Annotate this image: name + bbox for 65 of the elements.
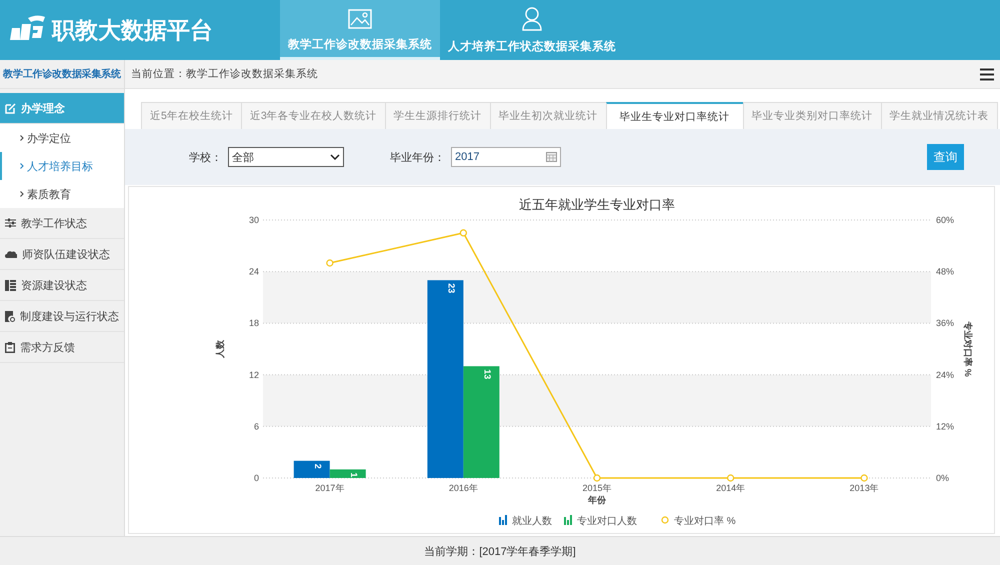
x-tick-label: 2017年 <box>315 483 344 493</box>
document-icon <box>5 310 15 322</box>
sidebar-item[interactable]: 人才培养目标 <box>0 152 124 180</box>
y-tick-label: 18 <box>248 318 259 328</box>
year-field[interactable]: 2017 <box>451 147 561 167</box>
legend-label[interactable]: 就业人数 <box>512 516 552 527</box>
y-tick-label: 48% <box>936 266 954 277</box>
legend-label[interactable]: 专业对口人数 <box>577 516 637 527</box>
x-tick-label: 2014年 <box>716 483 746 493</box>
y-tick-label: 30 <box>248 215 259 225</box>
menu-icon[interactable] <box>980 68 994 80</box>
line-point <box>326 259 334 267</box>
sidebar-group[interactable]: 教学工作状态 <box>0 208 124 239</box>
edit-icon <box>5 102 16 114</box>
y-tick-label: 12% <box>936 421 954 432</box>
sidebar-group[interactable]: 师资队伍建设状态 <box>0 239 124 270</box>
sidebar-title: 教学工作诊改数据采集系统 <box>0 60 124 89</box>
y-tick-label: 36% <box>936 318 954 328</box>
x-axis-title: 年份 <box>588 495 606 505</box>
y-axis-title: 专业对口率 % <box>963 321 973 377</box>
y-tick-label: 24 <box>248 266 259 277</box>
y-tick-label: 12 <box>248 370 259 380</box>
clipboard-icon <box>5 342 15 352</box>
calendar-icon <box>546 152 557 162</box>
y-tick-label: 60% <box>936 215 954 225</box>
y-tick-label: 24% <box>936 370 954 380</box>
y-axis-title: 人数 <box>215 340 225 358</box>
year-label: 毕业年份： <box>390 150 445 164</box>
sidebar-group[interactable]: 需求方反馈 <box>0 332 124 363</box>
line-point <box>727 474 734 482</box>
user-icon <box>522 7 542 31</box>
school-label: 学校： <box>189 150 222 164</box>
legend-bar-icon <box>499 515 507 525</box>
breadcrumb: 当前位置：教学工作诊改数据采集系统 <box>131 67 318 81</box>
sidebar-item[interactable]: 办学定位 <box>0 124 124 152</box>
chevron-icon <box>20 163 24 169</box>
school-select[interactable]: 全部 <box>228 147 344 167</box>
sidebar-item[interactable]: 素质教育 <box>0 180 124 208</box>
cloud-icon <box>5 250 17 258</box>
legend-label[interactable]: 专业对口率 % <box>674 516 736 527</box>
x-tick-label: 2015年 <box>582 483 612 493</box>
y-tick-label: 0% <box>936 473 950 483</box>
chevron-icon <box>20 135 24 141</box>
bar-value-label: 2 <box>312 464 323 469</box>
platform-title: 职教大数据平台 <box>52 16 213 44</box>
legend-bar-icon <box>564 515 572 525</box>
sliders-icon <box>5 218 16 228</box>
x-tick-label: 2013年 <box>850 483 879 493</box>
line-point <box>460 229 467 236</box>
chevron-down-icon <box>330 154 340 160</box>
y-tick-label: 6 <box>254 421 259 432</box>
bar-value-label: 13 <box>482 369 492 380</box>
picture-icon <box>348 9 372 29</box>
chart-title: 近五年就业学生专业对口率 <box>519 197 675 212</box>
x-tick-label: 2016年 <box>448 483 478 493</box>
list-icon <box>5 280 16 290</box>
sidebar-group[interactable]: 制度建设与运行状态 <box>0 301 124 332</box>
chevron-icon <box>20 191 24 197</box>
line-point <box>593 474 601 482</box>
bar-value-label: 23 <box>446 283 456 294</box>
line-point <box>860 474 868 482</box>
sidebar-group[interactable]: 资源建设状态 <box>0 270 124 301</box>
current-term: 当前学期：[2017学年春季学期] <box>424 544 576 558</box>
y-tick-label: 0 <box>254 473 259 483</box>
bar-value-label: 1 <box>348 472 359 478</box>
